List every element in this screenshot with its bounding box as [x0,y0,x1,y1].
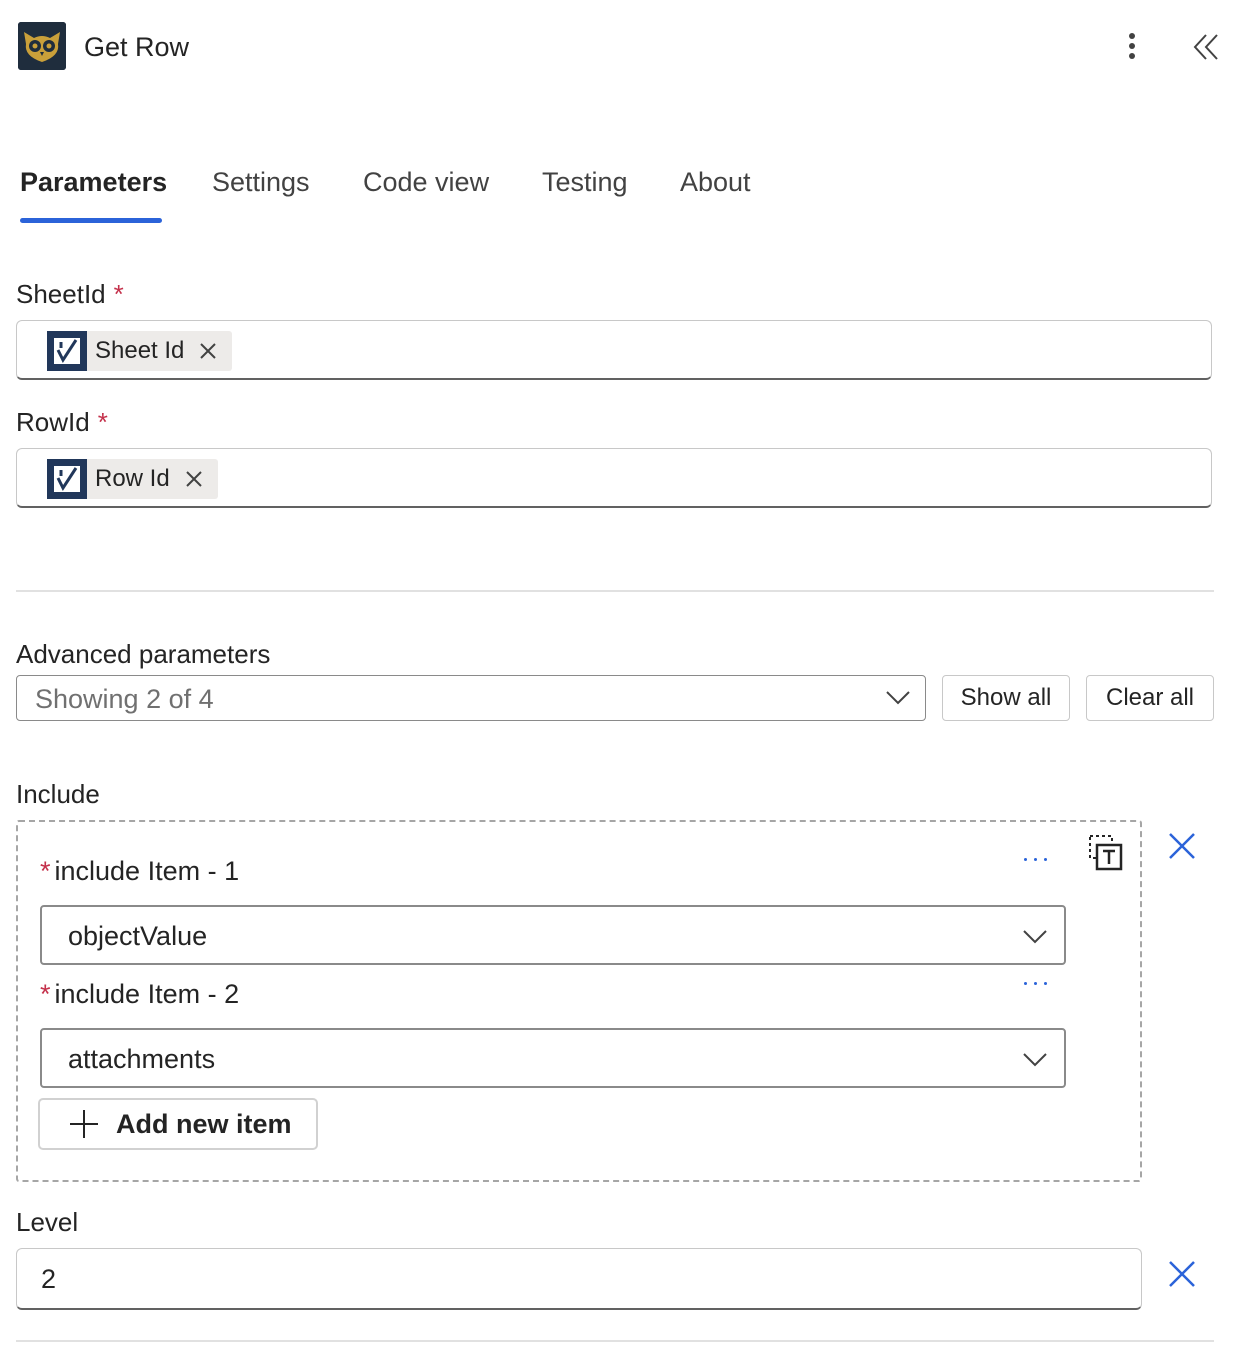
sheet-id-label: SheetId * [16,276,124,312]
section-divider [16,590,1214,592]
active-tab-indicator [20,218,162,223]
add-new-item-button[interactable]: Add new item [38,1098,318,1150]
tab-about[interactable]: About [680,160,751,204]
sheet-id-token: Sheet Id [47,331,233,371]
level-input[interactable] [41,1261,1041,1297]
add-new-item-label: Add new item [116,1108,292,1139]
double-chevron-left-icon [1193,34,1218,60]
smartsheet-icon [47,331,87,371]
level-label: Level [16,1207,79,1237]
required-marker: * [40,856,51,886]
sheet-id-field[interactable]: Sheet Id [16,320,1212,380]
tab-parameters[interactable]: Parameters [20,160,167,204]
remove-sheet-id-token-button[interactable] [198,341,218,361]
dot [1024,858,1027,861]
include-item-1-label: * include Item - 1 [40,853,239,889]
row-id-token-label: Row Id [95,465,170,492]
dot [1044,858,1047,861]
dot [1034,858,1037,861]
advanced-parameters-dropdown[interactable]: Showing 2 of 4 [16,675,926,721]
advanced-parameters-label: Advanced parameters [16,639,271,669]
switch-to-text-mode-button[interactable] [1088,834,1128,874]
remove-level-button[interactable] [1162,1254,1202,1294]
dot [1034,982,1037,985]
chevron-down-icon [1023,930,1047,944]
sheet-id-token-label: Sheet Id [95,337,185,364]
item-1-more-button[interactable] [1024,858,1047,861]
include-item-2-label: * include Item - 2 [40,976,239,1012]
chevron-down-icon [1023,1053,1047,1067]
tab-code-view[interactable]: Code view [363,160,489,204]
tab-testing[interactable]: Testing [542,160,628,204]
close-icon [1169,1261,1195,1287]
section-divider [16,1340,1214,1342]
dot [1024,982,1027,985]
tab-settings[interactable]: Settings [212,160,310,204]
show-all-button[interactable]: Show all [942,675,1070,721]
dot [1044,982,1047,985]
include-item-2-value: attachments [68,1044,216,1074]
item-2-more-button[interactable] [1024,982,1047,985]
remove-row-id-token-button[interactable] [184,469,204,489]
close-icon [185,471,202,487]
page-title: Get Row [84,32,190,62]
required-marker: * [113,279,124,309]
include-item-1-value: objectValue [68,921,208,951]
advanced-parameters-value: Showing 2 of 4 [35,684,214,714]
owl-logo-icon [18,22,66,70]
clear-all-button[interactable]: Clear all [1086,675,1214,721]
row-id-field[interactable]: Row Id [16,448,1212,508]
level-field[interactable] [16,1248,1142,1310]
plus-icon [70,1110,98,1138]
text-mode-icon [1089,835,1123,871]
required-marker: * [97,407,108,437]
row-id-label-text: RowId [16,407,90,437]
include-item-2-select[interactable]: attachments [40,1028,1066,1088]
include-label: Include [16,779,100,809]
more-options-button[interactable] [1116,26,1148,66]
include-item-2-label-text: include Item - 2 [54,979,240,1009]
chevron-down-icon [886,691,910,705]
close-icon [1169,833,1195,859]
include-item-1-select[interactable]: objectValue [40,905,1066,965]
close-icon [200,343,217,359]
smartsheet-icon [47,459,87,499]
remove-include-button[interactable] [1162,826,1202,866]
sheet-id-label-text: SheetId [16,279,106,309]
collapse-panel-button[interactable] [1186,28,1226,66]
include-item-1-label-text: include Item - 1 [54,856,240,886]
more-vertical-icon [1129,33,1135,59]
row-id-token: Row Id [47,459,218,499]
row-id-label: RowId * [16,404,108,440]
required-marker: * [40,979,51,1009]
